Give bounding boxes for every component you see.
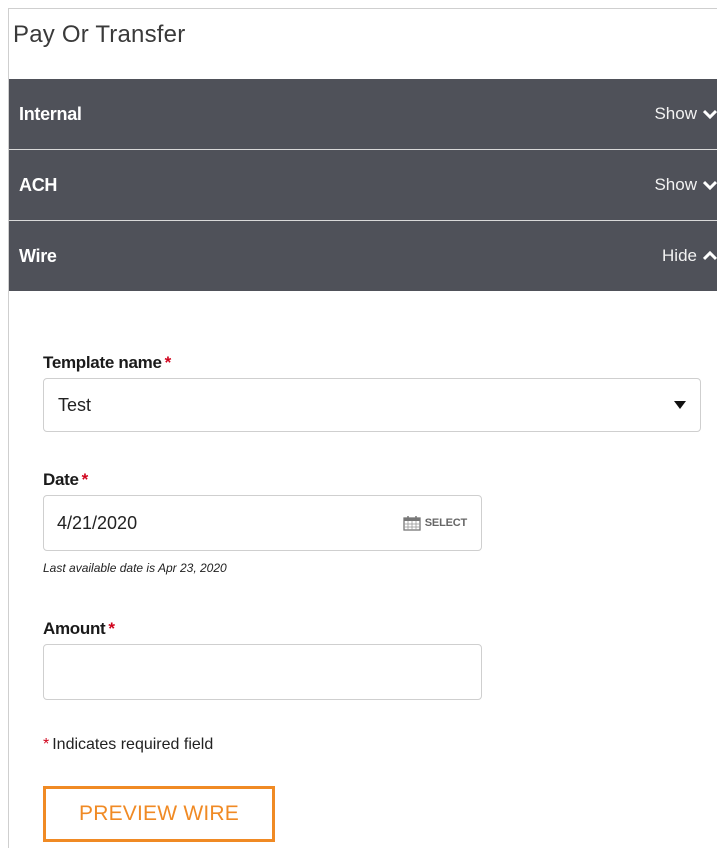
required-asterisk: * bbox=[164, 353, 172, 372]
required-asterisk: * bbox=[81, 470, 89, 489]
required-asterisk: * bbox=[43, 736, 50, 753]
required-asterisk: * bbox=[108, 619, 115, 638]
chevron-up-icon bbox=[703, 250, 717, 261]
accordion-internal-title: Internal bbox=[19, 103, 82, 124]
accordion-wire-toggle-label: Hide bbox=[662, 246, 697, 265]
date-field[interactable]: 4/21/2020 SELECT bbox=[43, 495, 482, 551]
chevron-down-icon bbox=[703, 180, 717, 191]
accordion-ach-toggle-label: Show bbox=[654, 175, 697, 194]
accordion-internal[interactable]: Internal Show bbox=[9, 79, 717, 149]
accordion-ach-title: ACH bbox=[19, 174, 58, 195]
accordion-ach[interactable]: ACH Show bbox=[9, 150, 717, 220]
page-title: Pay Or Transfer bbox=[13, 21, 186, 48]
amount-label: Amount * bbox=[43, 619, 115, 639]
calendar-icon bbox=[403, 516, 421, 531]
accordion-ach-toggle[interactable]: Show bbox=[654, 175, 717, 195]
required-field-note: * Indicates required field bbox=[43, 736, 213, 754]
date-select-button[interactable]: SELECT bbox=[403, 515, 467, 531]
accordion-internal-toggle-label: Show bbox=[654, 104, 697, 123]
date-label: Date * bbox=[43, 470, 88, 490]
accordion-internal-toggle[interactable]: Show bbox=[654, 104, 717, 124]
caret-down-icon bbox=[674, 401, 686, 409]
amount-label-text: Amount bbox=[43, 619, 106, 638]
template-name-label-text: Template name bbox=[43, 353, 162, 372]
template-name-select[interactable]: Test bbox=[43, 378, 701, 432]
template-name-value: Test bbox=[58, 394, 92, 415]
template-name-label: Template name * bbox=[43, 353, 171, 373]
preview-wire-button[interactable]: PREVIEW WIRE bbox=[43, 786, 275, 842]
date-hint: Last available date is Apr 23, 2020 bbox=[43, 561, 227, 575]
accordion-wire-toggle[interactable]: Hide bbox=[662, 246, 717, 266]
pay-or-transfer-panel: Pay Or Transfer Internal Show ACH Show W… bbox=[8, 8, 717, 848]
date-value: 4/21/2020 bbox=[57, 512, 138, 533]
required-field-note-text: Indicates required field bbox=[52, 736, 214, 753]
date-select-label: SELECT bbox=[424, 517, 467, 529]
accordion-wire[interactable]: Wire Hide bbox=[9, 221, 717, 291]
accordion-wire-title: Wire bbox=[19, 245, 57, 266]
date-label-text: Date bbox=[43, 470, 79, 489]
amount-input[interactable] bbox=[43, 644, 482, 700]
chevron-down-icon bbox=[703, 109, 717, 120]
